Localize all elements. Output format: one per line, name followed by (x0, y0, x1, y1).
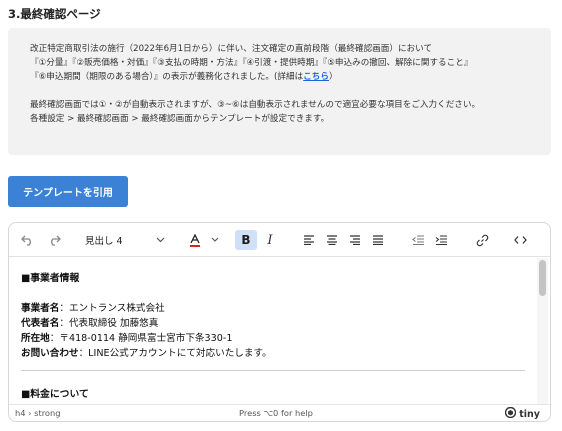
link-icon[interactable] (473, 230, 491, 250)
divider (21, 370, 525, 371)
row-value: ：エントランス株式会社 (59, 303, 165, 314)
scrollbar-thumb[interactable] (539, 260, 546, 296)
notice-line: 改正特定商取引法の施行（2022年6月1日から）に伴い、注文確定の直前段階（最終… (30, 44, 433, 54)
outdent-icon[interactable] (409, 230, 427, 250)
details-link[interactable]: こちら (303, 72, 329, 82)
contact-row: お問い合わせ：LINE公式アカウントにて対応いたします。 (21, 345, 272, 359)
notice-text: 『⑥申込期間（期限のある場合）』の表示が義務化されました。(詳細は (30, 72, 304, 82)
editor-toolbar: 見出し 4 B I (9, 223, 550, 257)
row-label: 所在地 (21, 333, 50, 344)
editor-statusbar: h4 › strong Press ⌥0 for help tiny (9, 404, 550, 421)
editor-content[interactable]: ■事業者情報 事業者名：エントランス株式会社 代表者名：代表取締役 加藤悠真 所… (9, 258, 539, 405)
row-value: ：LINE公式アカウントにて対応いたします。 (78, 348, 272, 359)
representative-row: 代表者名：代表取締役 加藤悠真 (21, 315, 158, 329)
rich-text-editor: 見出し 4 B I ■事業者情報 事業者名：エントランス株式会社 代表者名：代表… (8, 222, 551, 422)
bold-button[interactable]: B (235, 230, 257, 250)
heading-business-info: ■事業者情報 (21, 273, 80, 284)
notice-line: 最終確認画面では①・②が自動表示されますが、③~⑥は自動表示されませんので適宜必… (30, 100, 481, 110)
section-title: 3.最終確認ページ (8, 7, 101, 21)
address-row: 所在地：〒418-0114 静岡県富士宮市下条330-1 (21, 330, 232, 344)
undo-icon[interactable] (19, 230, 37, 250)
block-format-value: 見出し 4 (85, 236, 123, 247)
row-label: 事業者名 (21, 303, 60, 314)
heading-pricing: ■料金について (21, 389, 89, 400)
apply-template-button[interactable]: テンプレートを引用 (8, 176, 128, 207)
help-hint: Press ⌥0 for help (239, 408, 313, 418)
tiny-brand[interactable]: tiny (505, 406, 540, 421)
tiny-logo-icon (505, 406, 517, 421)
text-color-icon (189, 233, 201, 247)
chevron-down-icon (211, 237, 219, 243)
align-right-icon[interactable] (347, 230, 363, 250)
notice-line: 『①分量』『②販売価格・対価』『③支払の時期・方法』『④引渡・提供時期』『⑤申込… (30, 58, 473, 68)
chevron-down-icon (156, 237, 165, 243)
tiny-brand-label: tiny (519, 408, 540, 420)
row-value: ：〒418-0114 静岡県富士宮市下条330-1 (49, 333, 233, 344)
row-label: 代表者名 (21, 318, 60, 329)
block-format-select[interactable]: 見出し 4 (83, 230, 169, 250)
align-center-icon[interactable] (324, 230, 340, 250)
notice-line: 各種設定 > 最終確認画面 > 最終確認画面からテンプレートが設定できます。 (30, 114, 330, 124)
row-value: ：代表取締役 加藤悠真 (59, 318, 159, 329)
notice-text: ） (328, 72, 338, 82)
notice-box: 改正特定商取引法の施行（2022年6月1日から）に伴い、注文確定の直前段階（最終… (8, 28, 551, 155)
align-left-icon[interactable] (301, 230, 317, 250)
italic-button[interactable]: I (261, 230, 279, 250)
element-path[interactable]: h4 › strong (15, 408, 61, 418)
align-justify-icon[interactable] (370, 230, 386, 250)
indent-icon[interactable] (432, 230, 450, 250)
text-color-button[interactable] (189, 230, 219, 250)
notice-line: 『⑥申込期間（期限のある場合）』の表示が義務化されました。(詳細はこちら） (30, 70, 529, 84)
source-code-icon[interactable] (511, 230, 529, 250)
redo-icon[interactable] (45, 230, 63, 250)
editor-scrollbar[interactable] (537, 258, 548, 405)
row-label: お問い合わせ (21, 348, 79, 359)
business-name-row: 事業者名：エントランス株式会社 (21, 300, 165, 314)
